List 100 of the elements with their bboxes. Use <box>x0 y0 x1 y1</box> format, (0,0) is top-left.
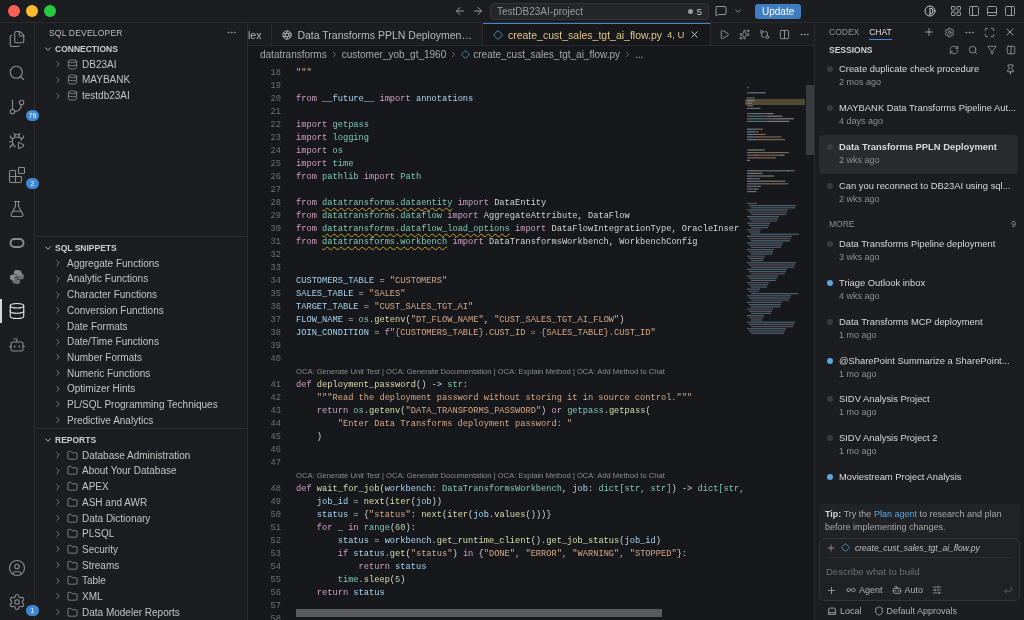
session-item[interactable]: Create duplicate check procedure 2 mos ago <box>819 57 1018 97</box>
session-item[interactable]: MAYBANK Data Transforms Pipeline Aut... 4 days ago <box>819 96 1018 136</box>
sparkle-icon[interactable] <box>739 28 751 40</box>
snippet-item[interactable]: Aggregate Functions <box>35 255 160 272</box>
window-zoom-button[interactable] <box>44 5 56 17</box>
local-button[interactable]: Local <box>827 606 862 617</box>
search-icon[interactable] <box>8 64 26 82</box>
forward-icon[interactable] <box>472 5 484 17</box>
minimap-drawing[interactable] <box>745 85 807 335</box>
report-item[interactable]: Security <box>35 541 119 558</box>
scrollbar[interactable] <box>806 85 814 155</box>
folder-icon <box>67 606 78 618</box>
plus-icon[interactable] <box>826 584 837 596</box>
session-item[interactable]: Data Transforms Pipeline deployment 3 wks ago <box>819 232 1018 271</box>
snippet-item[interactable]: Analytic Functions <box>35 271 149 287</box>
snippet-item[interactable]: PL/SQL Programming Techniques <box>35 396 218 413</box>
editor-tab[interactable]: lex <box>248 23 273 45</box>
account-icon[interactable] <box>8 559 26 577</box>
breadcrumb-item[interactable]: create_cust_sales_tgt_ai_flow.py <box>461 48 620 60</box>
report-item[interactable]: Database Administration <box>35 447 191 464</box>
pin-icon[interactable] <box>1005 64 1016 76</box>
compare-icon[interactable] <box>759 28 771 40</box>
plus-icon[interactable] <box>923 26 935 39</box>
flask-icon[interactable] <box>8 200 26 218</box>
plus-icon[interactable] <box>826 542 836 553</box>
composer-panel[interactable]: create_cust_sales_tgt_ai_flow.py Describe what to build Agent Auto <box>819 537 1020 601</box>
window-close-button[interactable] <box>8 5 20 17</box>
settings-icon[interactable] <box>944 27 955 38</box>
session-item[interactable]: Triage Outlook inbox 4 wks ago <box>819 271 1018 310</box>
chat-icon[interactable] <box>715 5 727 17</box>
panel-bottom-icon[interactable] <box>986 5 998 17</box>
snippet-item[interactable]: Number Formats <box>35 349 142 366</box>
code-line: from __future__ import annotations <box>296 93 474 104</box>
connection-item[interactable]: DB23AI <box>35 56 117 73</box>
report-item[interactable]: ASH and AWR <box>35 494 148 511</box>
session-item[interactable]: Can you reconnect to DB23AI using sql... 2 wks ago <box>819 173 1018 213</box>
panel-tab[interactable]: CHAT <box>869 25 892 40</box>
panel-left-icon[interactable] <box>968 5 980 17</box>
section-header[interactable]: SQL SNIPPETS <box>35 241 117 256</box>
session-item[interactable]: @SharePoint Summarize a SharePoint... 1 mo ago <box>819 348 1018 388</box>
settings-icon[interactable] <box>8 593 26 611</box>
session-item[interactable]: Data Transforms MCP deployment 1 mo ago <box>819 309 1018 349</box>
bug-play-icon[interactable] <box>8 132 26 150</box>
prompt-field[interactable]: Describe what to build <box>826 562 1013 580</box>
close-icon[interactable] <box>689 29 701 40</box>
run-icon[interactable] <box>719 28 731 40</box>
layout-icon[interactable] <box>950 5 962 17</box>
python-icon[interactable] <box>8 268 26 286</box>
update-button[interactable]: Update <box>755 3 802 19</box>
session-item[interactable]: SIDV Analysis Project 1 mo ago <box>819 387 1018 427</box>
approvals-button[interactable]: Default Approvals <box>873 606 958 617</box>
section-header[interactable]: REPORTS <box>35 433 97 448</box>
sliders-icon[interactable] <box>932 585 943 596</box>
chevron-icon[interactable] <box>733 6 743 16</box>
command-center-field[interactable]: TestDB23AI-project 5 <box>490 2 709 20</box>
branch-icon[interactable] <box>8 98 26 116</box>
report-item[interactable]: XML <box>35 588 103 605</box>
contrast-icon[interactable] <box>924 5 936 17</box>
report-item[interactable]: About Your Database <box>35 463 177 479</box>
code-line: from datatransforms.dataflow import AggregateAttribute, DataFlow <box>296 210 630 221</box>
report-item[interactable]: Streams <box>35 557 120 573</box>
report-item[interactable]: PLSQL <box>35 525 115 542</box>
back-icon[interactable] <box>454 5 466 17</box>
editor-tab[interactable]: create_cust_sales_tgt_ai_flow.py 4, U <box>482 23 712 45</box>
search-icon[interactable] <box>968 44 978 55</box>
panel-right-icon[interactable] <box>1004 5 1016 17</box>
report-item[interactable]: APEX <box>35 478 109 495</box>
snippet-item[interactable]: Character Functions <box>35 286 158 303</box>
session-item[interactable]: Moviestream Project Analysis <box>819 464 1018 504</box>
report-item[interactable]: Data Dictionary <box>35 510 151 526</box>
refresh-icon[interactable] <box>949 44 959 55</box>
window-minimize-button[interactable] <box>26 5 38 17</box>
maximize-icon[interactable] <box>984 27 995 38</box>
session-item[interactable]: SIDV Analysis Project 2 1 mo ago <box>819 426 1018 465</box>
plan-agent-link[interactable]: Plan agent <box>873 508 917 519</box>
files-icon[interactable] <box>8 30 26 48</box>
database-icon[interactable] <box>8 302 26 320</box>
section-header[interactable]: CONNECTIONS <box>35 42 118 57</box>
breadcrumb-item[interactable]: customer_yob_gt_1960 <box>341 48 447 60</box>
split-icon[interactable] <box>779 28 791 40</box>
snippet-item[interactable]: Date/Time Functions <box>35 333 159 350</box>
blocks-icon[interactable] <box>8 166 26 184</box>
panel-tab[interactable]: CODEX <box>829 25 860 40</box>
agent-button[interactable]: Agent <box>846 585 883 596</box>
snippet-item[interactable]: Predictive Analytics <box>35 412 154 428</box>
breadcrumb-item[interactable]: datatransforms <box>260 48 327 60</box>
connection-item[interactable]: MAYBANK <box>35 72 131 88</box>
snippet-item[interactable]: Optimizer Hints <box>35 380 136 397</box>
session-item[interactable]: Data Transforms PPLN Deployment 2 wks ago <box>819 135 1018 174</box>
snippet-item[interactable]: Numeric Functions <box>35 365 151 381</box>
robot-icon[interactable] <box>8 336 26 354</box>
filter-icon[interactable] <box>987 44 997 55</box>
auto-button[interactable]: Auto <box>891 585 924 596</box>
connection-item[interactable]: testdb23AI <box>35 87 130 104</box>
panel-icon[interactable] <box>1006 44 1016 55</box>
scrollbar[interactable] <box>296 609 662 617</box>
snippet-item[interactable]: Date Formats <box>35 318 128 334</box>
report-item[interactable]: Table <box>35 572 106 589</box>
breadcrumb-item[interactable]: ... <box>635 48 644 60</box>
snippet-item[interactable]: Conversion Functions <box>35 302 164 319</box>
